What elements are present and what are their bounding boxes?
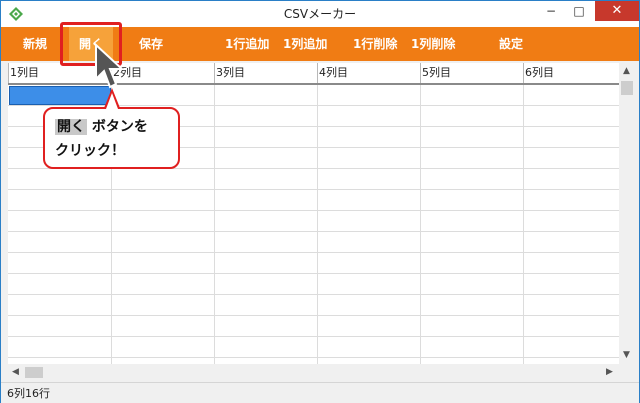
add-row-button[interactable]: 1行追加 <box>225 27 269 61</box>
horizontal-scroll-thumb[interactable] <box>25 367 43 378</box>
table-row[interactable] <box>8 253 620 274</box>
vertical-scroll-thumb[interactable] <box>621 81 633 95</box>
instruction-callout: 開く ボタンを クリック！ <box>43 107 180 169</box>
save-button[interactable]: 保存 <box>139 27 163 61</box>
delete-column-button[interactable]: 1列削除 <box>411 27 455 61</box>
mouse-pointer-icon <box>95 43 124 89</box>
column-divider <box>214 85 215 364</box>
status-text: 6列16行 <box>7 387 50 400</box>
table-row[interactable] <box>8 169 620 190</box>
column-header-6[interactable]: 6列目 <box>523 63 620 83</box>
callout-tail-fill <box>106 93 118 109</box>
table-row[interactable] <box>8 316 620 337</box>
callout-line-1-text: ボタンを <box>87 119 148 135</box>
delete-row-button[interactable]: 1行削除 <box>353 27 397 61</box>
scroll-right-icon[interactable]: ▶ <box>606 367 613 377</box>
close-button[interactable]: ✕ <box>595 1 639 21</box>
table-row[interactable] <box>8 232 620 253</box>
column-divider <box>317 85 318 364</box>
table-row[interactable] <box>8 190 620 211</box>
callout-line-2: クリック！ <box>55 143 125 159</box>
column-header-3[interactable]: 3列目 <box>214 63 317 83</box>
callout-key-label: 開く <box>55 119 87 135</box>
column-divider <box>523 85 524 364</box>
table-row[interactable] <box>8 211 620 232</box>
column-header-5[interactable]: 5列目 <box>420 63 523 83</box>
scroll-up-icon[interactable]: ▲ <box>623 66 630 76</box>
add-column-button[interactable]: 1列追加 <box>283 27 327 61</box>
column-header-2[interactable]: 2列目 <box>111 63 214 83</box>
status-bar: 6列16行 <box>1 382 639 403</box>
maximize-button[interactable]: □ <box>565 1 593 21</box>
horizontal-scrollbar[interactable]: ◀ ▶ <box>8 364 619 381</box>
new-button[interactable]: 新規 <box>23 27 47 61</box>
settings-button[interactable]: 設定 <box>499 27 523 61</box>
scroll-down-icon[interactable]: ▼ <box>623 350 630 360</box>
callout-line-1: 開く ボタンを <box>55 116 148 136</box>
column-divider <box>420 85 421 364</box>
table-row[interactable] <box>8 295 620 316</box>
minimize-button[interactable]: − <box>537 1 565 21</box>
vertical-scrollbar[interactable]: ▲ ▼ <box>619 63 636 364</box>
column-header-4[interactable]: 4列目 <box>317 63 420 83</box>
table-row[interactable] <box>8 337 620 358</box>
scroll-left-icon[interactable]: ◀ <box>12 367 19 377</box>
table-row[interactable] <box>8 274 620 295</box>
